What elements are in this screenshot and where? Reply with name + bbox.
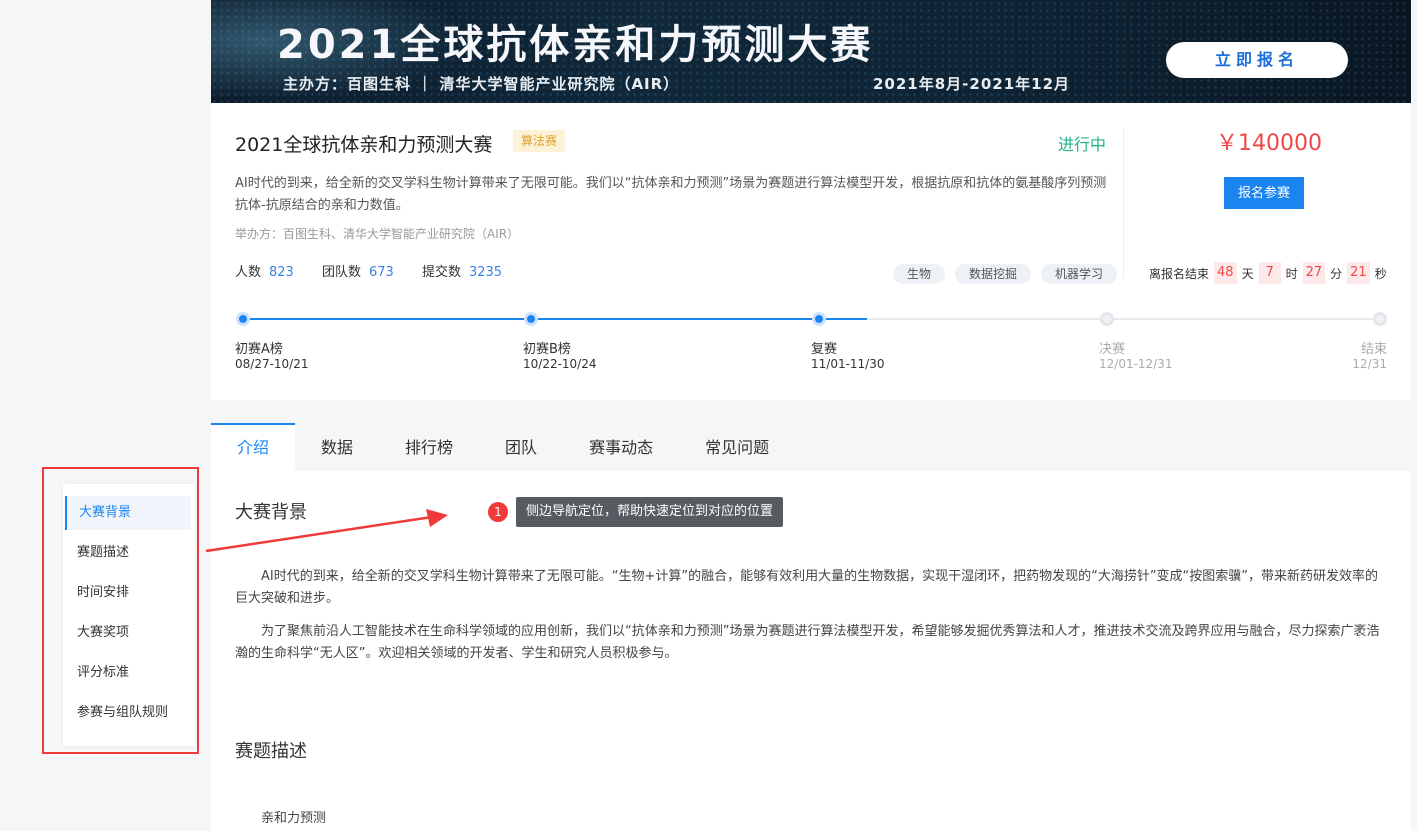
description-sub-item: 亲和力预测 (261, 811, 327, 826)
competition-organizer: 举办方：百图生科、清华大学智能产业研究院（AIR） (235, 227, 520, 241)
countdown-minutes-unit: 分 (1330, 266, 1343, 281)
tab-intro[interactable]: 介绍 (211, 423, 296, 471)
tab-teams[interactable]: 团队 (479, 423, 563, 471)
competition-stats: 人数 823 团队数 673 提交数 3235 (235, 261, 526, 280)
competition-description: AI时代的到来，给全新的交叉学科生物计算带来了无限可能。我们以“抗体亲和力预测”… (235, 176, 1107, 213)
timeline-stage-date: 08/27-10/21 (235, 357, 309, 371)
people-label: 人数 (235, 265, 262, 280)
background-paragraph-1: AI时代的到来，给全新的交叉学科生物计算带来了无限可能。“生物+计算”的融合，能… (235, 569, 1379, 606)
annotation-highlight-box (42, 467, 199, 754)
people-count: 823 (269, 265, 294, 280)
tag[interactable]: 生物 (893, 264, 946, 284)
timeline-stage-label: 初赛B榜 (523, 342, 571, 357)
timeline-dot (524, 312, 538, 326)
stage-timeline: 初赛A榜 08/27-10/21 初赛B榜 10/22-10/24 复赛 11/… (211, 306, 1411, 386)
timeline-dot (812, 312, 826, 326)
timeline-stage-date: 10/22-10/24 (523, 357, 597, 371)
banner-organizer: 主办方：百图生科 ｜ 清华大学智能产业研究院（AIR） (283, 75, 680, 93)
submissions-count: 3235 (468, 265, 503, 280)
tab-faq[interactable]: 常见问题 (679, 423, 795, 471)
timeline-dot (1100, 312, 1114, 326)
banner-title: 2021全球抗体亲和力预测大赛 (277, 22, 874, 68)
tab-data[interactable]: 数据 (295, 423, 379, 471)
competition-title: 2021全球抗体亲和力预测大赛 (235, 134, 493, 156)
banner-signup-button[interactable]: 立即报名 (1166, 42, 1348, 78)
timeline-stage-date: 12/01-12/31 (1099, 357, 1173, 371)
timeline-dot (1373, 312, 1387, 326)
tab-leaderboard[interactable]: 排行榜 (379, 423, 479, 471)
tag[interactable]: 机器学习 (1041, 264, 1118, 284)
timeline-stage-label: 结束 (1360, 342, 1387, 357)
competition-info-card: 2021全球抗体亲和力预测大赛 算法赛 进行中 AI时代的到来，给全新的交叉学科… (211, 103, 1411, 400)
countdown-prefix: 离报名结束 (1149, 266, 1210, 281)
countdown-minutes: 27 (1302, 262, 1326, 284)
type-badge: 算法赛 (513, 130, 566, 152)
section-title-description: 赛题描述 (235, 741, 307, 762)
tag-list: 生物 数据挖掘 机器学习 (893, 264, 1118, 284)
timeline-stage-label: 复赛 (811, 342, 838, 357)
timeline-progress (243, 318, 867, 320)
timeline-stage-date: 12/31 (1352, 357, 1387, 371)
teams-label: 团队数 (321, 265, 361, 280)
signup-button[interactable]: 报名参赛 (1224, 177, 1304, 209)
annotation-tooltip: 侧边导航定位，帮助快速定位到对应的位置 (516, 497, 784, 527)
status-badge: 进行中 (1058, 135, 1107, 154)
annotation-arrow-icon (205, 509, 448, 553)
detail-tabs: 介绍 数据 排行榜 团队 赛事动态 常见问题 (211, 423, 1411, 471)
banner-date-range: 2021年8月-2021年12月 (873, 75, 1071, 93)
timeline-dot (236, 312, 250, 326)
countdown-seconds: 21 (1347, 262, 1370, 284)
countdown-days-unit: 天 (1241, 266, 1254, 281)
timeline-stage-label: 决赛 (1099, 342, 1126, 357)
teams-count: 673 (369, 265, 394, 280)
signup-countdown: 离报名结束 48 天 7时 27 分 21 秒 (1149, 262, 1387, 284)
countdown-seconds-unit: 秒 (1374, 266, 1387, 281)
background-paragraph-2: 为了聚焦前沿人工智能技术在生命科学领域的应用创新，我们以“抗体亲和力预测”场景为… (235, 624, 1380, 661)
countdown-hours-unit: 时 (1285, 266, 1298, 281)
timeline-stage-date: 11/01-11/30 (811, 357, 885, 371)
countdown-hours: 7 (1258, 262, 1281, 284)
submissions-label: 提交数 (421, 265, 461, 280)
tab-news[interactable]: 赛事动态 (563, 423, 679, 471)
tag[interactable]: 数据挖掘 (955, 264, 1032, 284)
competition-banner: 2021全球抗体亲和力预测大赛 主办方：百图生科 ｜ 清华大学智能产业研究院（A… (211, 0, 1411, 103)
timeline-stage-label: 初赛A榜 (235, 342, 283, 357)
countdown-days: 48 (1214, 262, 1237, 284)
divider (1123, 128, 1124, 278)
prize-amount: ￥140000 (1216, 131, 1322, 156)
annotation-number: 1 (488, 502, 508, 522)
